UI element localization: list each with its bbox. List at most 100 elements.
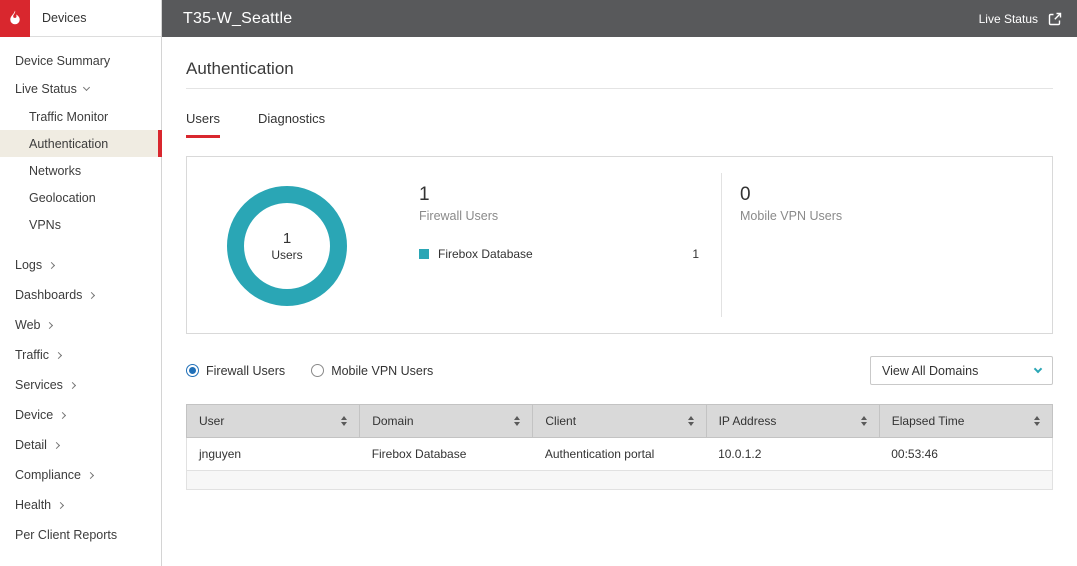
chevron-right-icon xyxy=(53,441,60,448)
chevron-right-icon xyxy=(69,381,76,388)
tab-users[interactable]: Users xyxy=(186,111,220,138)
mobile-vpn-users-label: Mobile VPN Users xyxy=(740,209,842,223)
device-title: T35-W_Seattle xyxy=(183,10,292,28)
legend-value: 1 xyxy=(692,247,699,261)
chevron-down-icon xyxy=(1034,364,1042,372)
sidebar-item-live-status[interactable]: Live Status xyxy=(0,75,161,103)
sidebar-item-label: Health xyxy=(15,498,51,512)
panel-divider xyxy=(721,173,722,317)
tab-bar: Users Diagnostics xyxy=(186,111,1053,138)
sidebar-item-label: Live Status xyxy=(15,82,77,96)
chevron-right-icon xyxy=(59,411,66,418)
cell-ip-address: 10.0.1.2 xyxy=(706,438,879,471)
sidebar-item-label: Detail xyxy=(15,438,47,452)
firewall-users-label: Firewall Users xyxy=(419,209,699,223)
column-header-user[interactable]: User xyxy=(187,405,360,438)
column-header-ip-address[interactable]: IP Address xyxy=(706,405,879,438)
legend-swatch xyxy=(419,249,429,259)
users-donut-chart: 1 Users xyxy=(227,186,347,306)
sort-icon xyxy=(514,416,520,426)
legend-label: Firebox Database xyxy=(438,247,533,261)
watchguard-logo[interactable] xyxy=(0,0,30,37)
chevron-right-icon xyxy=(87,471,94,478)
sidebar-item-label: Logs xyxy=(15,258,42,272)
sort-icon xyxy=(341,416,347,426)
domain-dropdown[interactable]: View All Domains xyxy=(870,356,1053,385)
sidebar-item-label: Traffic Monitor xyxy=(29,110,108,124)
sidebar-item-dashboards[interactable]: Dashboards xyxy=(0,280,161,310)
sidebar-item-label: Geolocation xyxy=(29,191,96,205)
sidebar-item-detail[interactable]: Detail xyxy=(0,430,161,460)
sidebar-item-per-client-reports[interactable]: Per Client Reports xyxy=(0,520,161,550)
sidebar-item-device[interactable]: Device xyxy=(0,400,161,430)
column-header-elapsed-time[interactable]: Elapsed Time xyxy=(879,405,1052,438)
topbar: T35-W_Seattle Live Status xyxy=(162,0,1077,37)
sidebar-item-web[interactable]: Web xyxy=(0,310,161,340)
sort-icon xyxy=(1034,416,1040,426)
sidebar-item-authentication[interactable]: Authentication xyxy=(0,130,161,157)
table-row[interactable]: jnguyen Firebox Database Authentication … xyxy=(187,438,1053,471)
domain-dropdown-value: View All Domains xyxy=(882,364,978,378)
radio-label: Mobile VPN Users xyxy=(331,364,433,378)
sidebar-item-device-summary[interactable]: Device Summary xyxy=(0,47,161,75)
sidebar-item-label: Networks xyxy=(29,164,81,178)
brand-header: Devices xyxy=(0,0,161,37)
cell-user: jnguyen xyxy=(187,438,360,471)
column-header-domain[interactable]: Domain xyxy=(360,405,533,438)
radio-mobile-vpn-users[interactable]: Mobile VPN Users xyxy=(311,364,433,378)
column-header-label: Elapsed Time xyxy=(892,414,965,428)
cell-client: Authentication portal xyxy=(533,438,706,471)
sidebar-item-label: Web xyxy=(15,318,40,332)
table-header-row: User Domain Client IP Address Elapsed Ti… xyxy=(187,405,1053,438)
column-header-label: IP Address xyxy=(719,414,777,428)
sidebar-item-compliance[interactable]: Compliance xyxy=(0,460,161,490)
table-footer xyxy=(186,471,1053,490)
cell-domain: Firebox Database xyxy=(360,438,533,471)
sidebar-item-logs[interactable]: Logs xyxy=(0,250,161,280)
sidebar-item-traffic[interactable]: Traffic xyxy=(0,340,161,370)
flame-icon xyxy=(6,9,24,27)
sidebar-item-services[interactable]: Services xyxy=(0,370,161,400)
sidebar-item-vpns[interactable]: VPNs xyxy=(0,211,161,238)
nav-divider-gap xyxy=(0,238,161,250)
filter-row: Firewall Users Mobile VPN Users View All… xyxy=(186,356,1053,385)
donut-center-label: Users xyxy=(271,248,302,262)
sidebar-item-label: Traffic xyxy=(15,348,49,362)
radio-label: Firewall Users xyxy=(206,364,285,378)
sidebar-item-label: VPNs xyxy=(29,218,61,232)
sidebar-item-label: Services xyxy=(15,378,63,392)
sidebar-item-label: Device Summary xyxy=(15,54,110,68)
radio-unselected-icon xyxy=(311,364,324,377)
sidebar: Devices Device Summary Live Status Traff… xyxy=(0,0,162,566)
main-content: Authentication Users Diagnostics 1 Users… xyxy=(162,37,1077,566)
chevron-right-icon xyxy=(48,261,55,268)
sidebar-item-health[interactable]: Health xyxy=(0,490,161,520)
column-header-client[interactable]: Client xyxy=(533,405,706,438)
sort-icon xyxy=(688,416,694,426)
chevron-right-icon xyxy=(46,321,53,328)
sidebar-item-label: Per Client Reports xyxy=(15,528,117,542)
column-header-label: User xyxy=(199,414,224,428)
sidebar-item-traffic-monitor[interactable]: Traffic Monitor xyxy=(0,103,161,130)
chevron-right-icon xyxy=(57,501,64,508)
chevron-down-icon xyxy=(83,84,90,91)
sidebar-item-label: Device xyxy=(15,408,53,422)
mobile-vpn-users-stat: 0 Mobile VPN Users xyxy=(740,184,842,333)
column-header-label: Client xyxy=(545,414,576,428)
sidebar-item-geolocation[interactable]: Geolocation xyxy=(0,184,161,211)
brand-label: Devices xyxy=(42,11,86,25)
radio-firewall-users[interactable]: Firewall Users xyxy=(186,364,285,378)
page-title: Authentication xyxy=(186,59,1053,89)
sort-icon xyxy=(861,416,867,426)
sidebar-item-networks[interactable]: Networks xyxy=(0,157,161,184)
sidebar-item-label: Dashboards xyxy=(15,288,82,302)
firewall-users-stat: 1 Firewall Users Firebox Database 1 xyxy=(419,184,699,333)
chevron-right-icon xyxy=(55,351,62,358)
live-status-link[interactable]: Live Status xyxy=(979,11,1063,27)
column-header-label: Domain xyxy=(372,414,413,428)
cell-elapsed-time: 00:53:46 xyxy=(879,438,1052,471)
tab-diagnostics[interactable]: Diagnostics xyxy=(258,111,325,138)
sidebar-item-label: Authentication xyxy=(29,137,108,151)
sidebar-item-label: Compliance xyxy=(15,468,81,482)
mobile-vpn-users-count: 0 xyxy=(740,184,842,206)
